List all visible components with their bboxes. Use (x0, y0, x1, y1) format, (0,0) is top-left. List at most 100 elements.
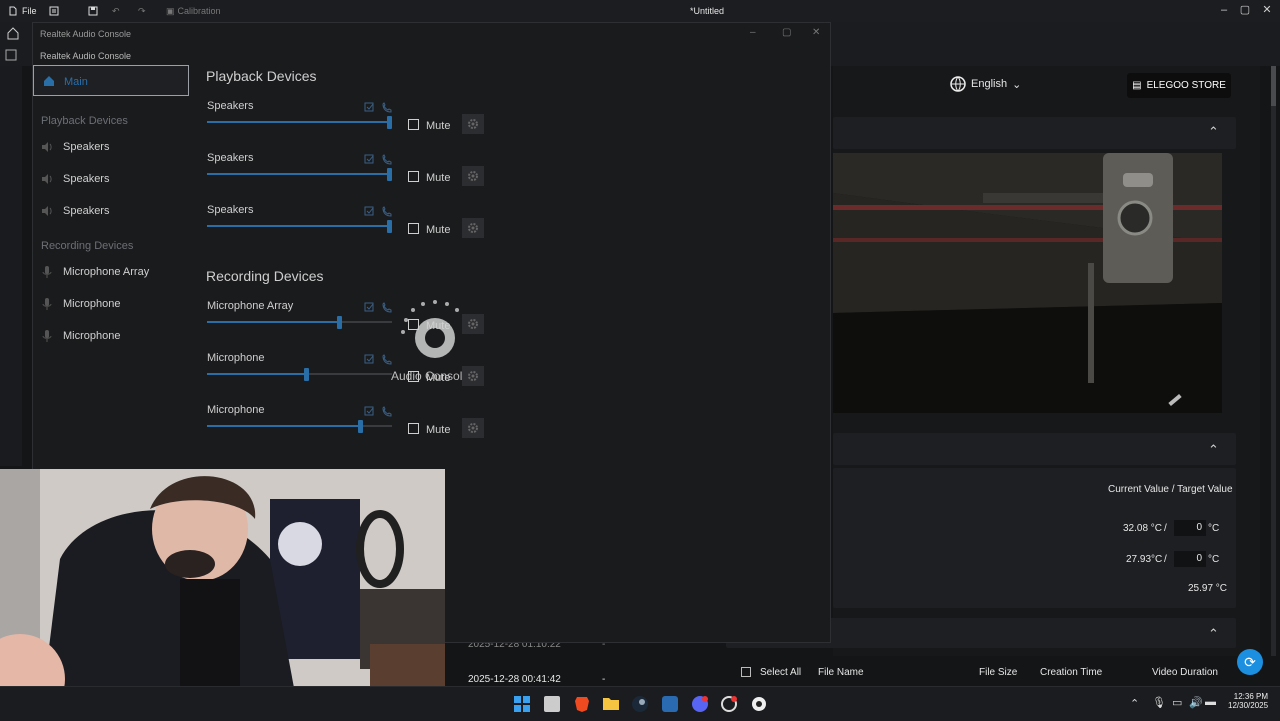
device-status-icons[interactable] (364, 205, 392, 217)
file-icon (9, 6, 17, 16)
collapse-camera-icon[interactable]: ⌃ (1208, 124, 1219, 140)
nav-playback-speakers[interactable]: Speakers (41, 138, 109, 156)
scrollbar-thumb[interactable] (1271, 66, 1276, 106)
nav-recording-microphone[interactable]: Microphone (41, 295, 120, 313)
mic-tray-icon[interactable]: 🎙 (1152, 696, 1166, 709)
discord-icon[interactable] (692, 696, 708, 715)
list-icon[interactable] (49, 3, 59, 19)
device-settings-button[interactable] (462, 314, 484, 334)
tray-overflow-icon[interactable]: ⌃ (1130, 697, 1139, 710)
gear-icon (468, 119, 478, 129)
start-icon[interactable] (514, 696, 530, 715)
slider-thumb[interactable] (387, 220, 392, 233)
battery-icon[interactable]: ▬ (1205, 696, 1216, 708)
device-status-icons[interactable] (364, 101, 392, 113)
clock[interactable]: 12:36 PM 12/30/2025 (1228, 692, 1268, 710)
default-device-icon (364, 154, 392, 165)
left-rail (0, 66, 22, 466)
rt-close-button[interactable]: ✕ (812, 27, 820, 38)
obs-icon[interactable] (662, 696, 678, 712)
mute-checkbox[interactable] (408, 223, 419, 234)
minimize-button[interactable]: – (1213, 2, 1235, 18)
select-all-checkbox[interactable] (741, 667, 751, 677)
elegoo-taskbar-icon[interactable] (751, 696, 767, 715)
rt-minimize-button[interactable]: – (750, 27, 756, 38)
device-status-icons[interactable] (364, 301, 392, 313)
microphone-icon (42, 330, 52, 342)
slider-fill (207, 373, 304, 375)
recording-device-name: Microphone (207, 352, 265, 364)
nav-playback-speakers[interactable]: Speakers (41, 170, 109, 188)
close-button[interactable]: ✕ (1256, 2, 1278, 18)
slider-fill (207, 321, 337, 323)
store-button[interactable]: ▤ ELEGOO STORE (1127, 73, 1231, 98)
mute-checkbox[interactable] (408, 319, 419, 330)
column-creation-time[interactable]: Creation Time (1040, 667, 1102, 678)
steam-icon[interactable] (632, 696, 648, 715)
store-icon: ▤ (1132, 80, 1142, 91)
save-icon[interactable] (88, 3, 98, 19)
collapse-files-icon[interactable]: ⌃ (1208, 626, 1219, 642)
rt-maximize-button[interactable]: ▢ (782, 27, 791, 38)
redo-icon[interactable]: ↷ (138, 3, 146, 19)
app-icon[interactable] (544, 696, 560, 712)
default-device-icon (364, 302, 392, 313)
slider-thumb[interactable] (358, 420, 363, 433)
slider-fill (207, 121, 387, 123)
recording-volume-slider[interactable] (207, 420, 392, 433)
playback-volume-slider[interactable] (207, 220, 392, 233)
mute-label: Mute (426, 224, 451, 236)
refresh-icon[interactable]: ⟳ (1237, 649, 1263, 675)
device-icon[interactable] (5, 49, 17, 61)
nav-playback-speakers[interactable]: Speakers (41, 202, 109, 220)
undo-icon[interactable]: ↶ (112, 3, 120, 19)
microphone-icon (42, 266, 52, 278)
device-settings-button[interactable] (462, 418, 484, 438)
chamber-temp: 25.97 °C (1188, 583, 1228, 594)
column-file-name[interactable]: File Name (818, 667, 864, 678)
playback-device-name: Speakers (207, 204, 254, 216)
home-icon[interactable] (6, 26, 20, 40)
mute-checkbox[interactable] (408, 371, 419, 382)
playback-volume-slider[interactable] (207, 168, 392, 181)
device-status-icons[interactable] (364, 353, 392, 365)
slider-fill (207, 425, 358, 427)
playback-volume-slider[interactable] (207, 116, 392, 129)
recording-volume-slider[interactable] (207, 316, 392, 329)
device-settings-button[interactable] (462, 166, 484, 186)
realtek-taskbar-icon[interactable] (721, 696, 737, 715)
recording-volume-slider[interactable] (207, 368, 392, 381)
nozzle-target-input[interactable]: 0 (1174, 520, 1206, 536)
brave-icon[interactable] (574, 696, 590, 715)
slider-thumb[interactable] (387, 116, 392, 129)
network-icon[interactable]: ▭ (1172, 696, 1182, 709)
slider-thumb[interactable] (337, 316, 342, 329)
device-status-icons[interactable] (364, 153, 392, 165)
folder-icon[interactable] (603, 696, 619, 713)
file-menu[interactable]: File (8, 3, 37, 19)
mute-checkbox[interactable] (408, 423, 419, 434)
slider-thumb[interactable] (387, 168, 392, 181)
calibration-button[interactable]: ▣ Calibration (166, 3, 221, 19)
nav-main[interactable]: Main (33, 65, 189, 96)
device-settings-button[interactable] (462, 218, 484, 238)
scrollbar[interactable] (1271, 66, 1276, 656)
volume-icon[interactable]: 🔊 (1189, 696, 1203, 709)
bed-target-input[interactable]: 0 (1174, 551, 1206, 567)
language-selector[interactable]: English ⌄ (950, 76, 1021, 92)
column-file-size[interactable]: File Size (979, 667, 1017, 678)
slider-thumb[interactable] (304, 368, 309, 381)
column-video-duration[interactable]: Video Duration (1152, 667, 1218, 678)
slider-fill (207, 173, 387, 175)
maximize-button[interactable]: ▢ (1234, 2, 1256, 18)
nav-recording-microphone[interactable]: Microphone (41, 327, 120, 345)
device-settings-button[interactable] (462, 366, 484, 386)
device-status-icons[interactable] (364, 405, 392, 417)
mute-checkbox[interactable] (408, 171, 419, 182)
document-title: *Untitled (690, 6, 725, 16)
nav-recording-microphone-array[interactable]: Microphone Array (41, 263, 149, 281)
speaker-icon (42, 174, 52, 184)
collapse-temperature-icon[interactable]: ⌃ (1208, 442, 1219, 458)
device-settings-button[interactable] (462, 114, 484, 134)
mute-checkbox[interactable] (408, 119, 419, 130)
